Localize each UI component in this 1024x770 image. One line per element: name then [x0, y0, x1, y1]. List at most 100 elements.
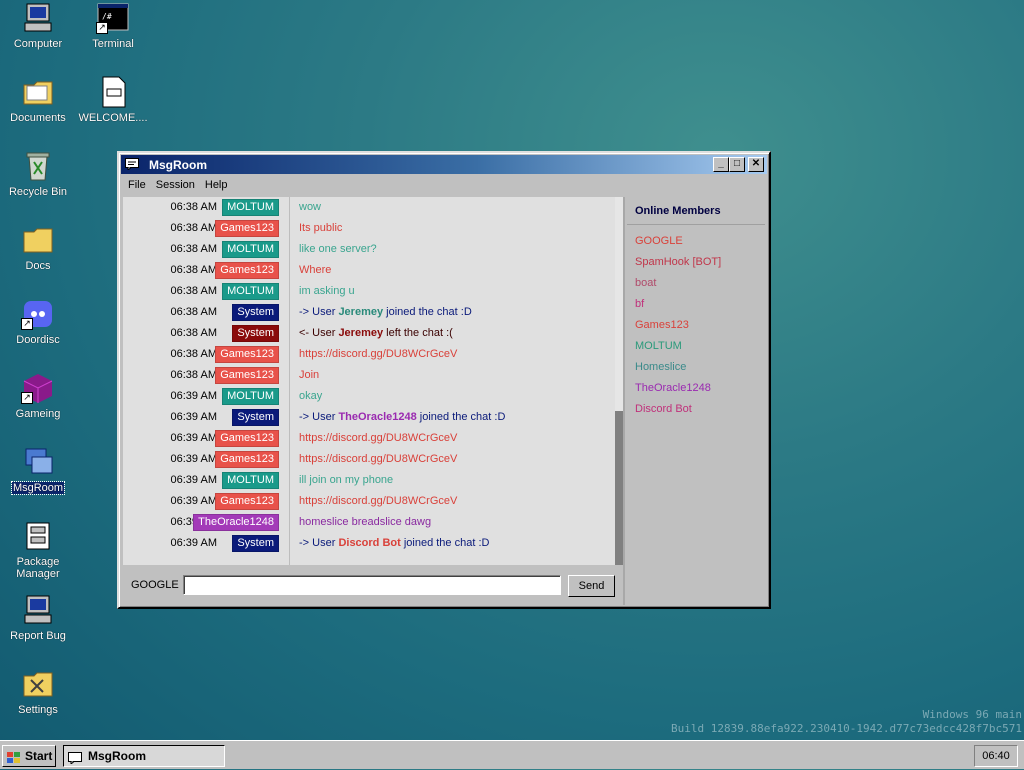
desktop-icon-welcome[interactable]: WELCOME.... — [75, 76, 151, 124]
message-timestamp: 06:39 AM — [170, 432, 217, 444]
shortcut-arrow-icon: ↗ — [96, 22, 108, 34]
chat-message-row: 06:39 AM MOLTUM ill join on my phone — [123, 470, 613, 491]
desktop-icon-label: WELCOME.... — [78, 112, 148, 124]
system-prefix: -> User — [299, 411, 339, 423]
message-text: https://discord.gg/DU8WCrGceV — [299, 453, 458, 465]
message-user-badge[interactable]: TheOracle1248 — [193, 514, 279, 531]
message-user-badge[interactable]: MOLTUM — [222, 241, 279, 258]
menu-session[interactable]: Session — [151, 177, 200, 195]
message-user-badge[interactable]: Games123 — [215, 346, 279, 363]
message-user-badge[interactable]: Games123 — [215, 220, 279, 237]
message-text: https://discord.gg/DU8WCrGceV — [299, 348, 458, 360]
send-button[interactable]: Send — [568, 575, 615, 597]
system-username: TheOracle1248 — [338, 411, 417, 423]
message-user-badge[interactable]: System — [232, 304, 279, 321]
watermark-line: Build 12839.88efa922.230410-1942.d77c73e… — [671, 722, 1022, 735]
chat-message-row: 06:39 AM Games123 https://discord.gg/DU8WC… — [123, 428, 613, 449]
desktop-icon-label: Computer — [13, 38, 63, 50]
online-members-title: Online Members — [635, 205, 721, 217]
cube-icon: ↗ — [21, 372, 55, 404]
message-timestamp: 06:39 AM — [170, 495, 217, 507]
desktop-icon-settings[interactable]: Settings — [0, 668, 76, 716]
online-member[interactable]: Discord Bot — [635, 403, 692, 415]
chat-message-row: 06:38 AM MOLTUM im asking u — [123, 281, 613, 302]
minimize-button[interactable]: _ — [713, 157, 729, 172]
message-user-badge[interactable]: Games123 — [215, 262, 279, 279]
message-text: im asking u — [299, 285, 355, 297]
desktop-icon-package-manager[interactable]: Package Manager — [0, 520, 76, 580]
chat-bubble-icon — [68, 750, 82, 766]
system-username: Discord Bot — [338, 537, 401, 549]
message-user-badge[interactable]: Games123 — [215, 451, 279, 468]
system-prefix: -> User — [299, 537, 339, 549]
desktop-icon-terminal[interactable]: /# ↗ Terminal — [75, 2, 151, 50]
system-prefix: -> User — [299, 306, 339, 318]
message-timestamp: 06:38 AM — [170, 348, 217, 360]
chat-message-row: 06:39 AM System -> User Discord Bot joined… — [123, 533, 613, 554]
shortcut-arrow-icon: ↗ — [21, 318, 33, 330]
message-user-badge[interactable]: System — [232, 535, 279, 552]
message-timestamp: 06:39 AM — [170, 453, 217, 465]
message-timestamp: 06:38 AM — [170, 222, 217, 234]
message-user-badge[interactable]: MOLTUM — [222, 199, 279, 216]
desktop-icon-recycle-bin[interactable]: Recycle Bin — [0, 150, 76, 198]
chat-message-row: 06:39 AM Games123 https://discord.gg/DU8WC… — [123, 491, 613, 512]
close-button[interactable]: ✕ — [748, 157, 764, 172]
desktop-icon-report-bug[interactable]: Report Bug — [0, 594, 76, 642]
online-member[interactable]: MOLTUM — [635, 340, 682, 352]
message-text: https://discord.gg/DU8WCrGceV — [299, 495, 458, 507]
online-member[interactable]: bf — [635, 298, 644, 310]
message-text: -> User Discord Bot joined the chat :D — [299, 537, 489, 549]
online-member[interactable]: Games123 — [635, 319, 689, 331]
message-text: -> User TheOracle1248 joined the chat :D — [299, 411, 505, 423]
message-user-badge[interactable]: System — [232, 409, 279, 426]
menu-help[interactable]: Help — [200, 177, 233, 195]
discord-icon: ↗ — [21, 298, 55, 330]
message-user-badge[interactable]: MOLTUM — [222, 472, 279, 489]
message-user-badge[interactable]: MOLTUM — [222, 283, 279, 300]
shortcut-arrow-icon: ↗ — [21, 392, 33, 404]
menu-file[interactable]: File — [123, 177, 151, 195]
system-prefix: <- User — [299, 327, 339, 339]
chat-message-row: 06:39 AMTheOracle1248homeslice breadslic… — [123, 512, 613, 533]
desktop-icon-documents[interactable]: Documents — [0, 76, 76, 124]
package-icon — [21, 520, 55, 552]
message-text: Where — [299, 264, 332, 276]
message-timestamp: 06:38 AM — [170, 264, 217, 276]
desktop-icon-label: Terminal — [92, 38, 134, 50]
desktop-icon-msgroom[interactable]: MsgRoom — [0, 446, 76, 495]
message-user-badge[interactable]: Games123 — [215, 493, 279, 510]
online-member[interactable]: boat — [635, 277, 656, 289]
chat-messages-pane[interactable]: 06:38 AM MOLTUM wow 06:38 AM Games123 Its pub… — [123, 197, 625, 565]
message-timestamp: 06:38 AM — [170, 327, 217, 339]
markdown-file-icon — [96, 76, 130, 108]
chat-message-row: 06:38 AM MOLTUM like one server? — [123, 239, 613, 260]
taskbar: Start MsgRoom 06:40 — [0, 740, 1024, 769]
online-member[interactable]: SpamHook [BOT] — [635, 256, 721, 268]
message-user-badge[interactable]: Games123 — [215, 430, 279, 447]
message-user-badge[interactable]: System — [232, 325, 279, 342]
windows-logo-icon — [7, 750, 21, 763]
start-button[interactable]: Start — [2, 745, 56, 767]
message-timestamp: 06:38 AM — [170, 369, 217, 381]
window-titlebar[interactable]: MsgRoom _ □ ✕ — [121, 155, 767, 174]
message-user-badge[interactable]: Games123 — [215, 367, 279, 384]
maximize-button[interactable]: □ — [729, 157, 745, 172]
desktop-icon-docs[interactable]: Docs — [0, 224, 76, 272]
chat-message-row: 06:38 AM Games123 Its public — [123, 218, 613, 239]
message-timestamp: 06:39 AM — [170, 537, 217, 549]
desktop-icon-gameing[interactable]: ↗ Gameing — [0, 372, 76, 420]
taskbar-item-label: MsgRoom — [88, 749, 146, 763]
online-member[interactable]: Homeslice — [635, 361, 686, 373]
message-user-badge[interactable]: MOLTUM — [222, 388, 279, 405]
terminal-icon: /# ↗ — [96, 2, 130, 34]
desktop-icon-doordisc[interactable]: ↗ Doordisc — [0, 298, 76, 346]
message-input[interactable] — [183, 575, 561, 595]
taskbar-clock: 06:40 — [974, 745, 1018, 767]
desktop-icon-label: MsgRoom — [10, 481, 66, 495]
online-member[interactable]: GOOGLE — [635, 235, 683, 247]
members-header-divider — [627, 224, 765, 225]
online-member[interactable]: TheOracle1248 — [635, 382, 711, 394]
taskbar-item-msgroom[interactable]: MsgRoom — [63, 745, 225, 767]
desktop-icon-computer[interactable]: Computer — [0, 2, 76, 50]
